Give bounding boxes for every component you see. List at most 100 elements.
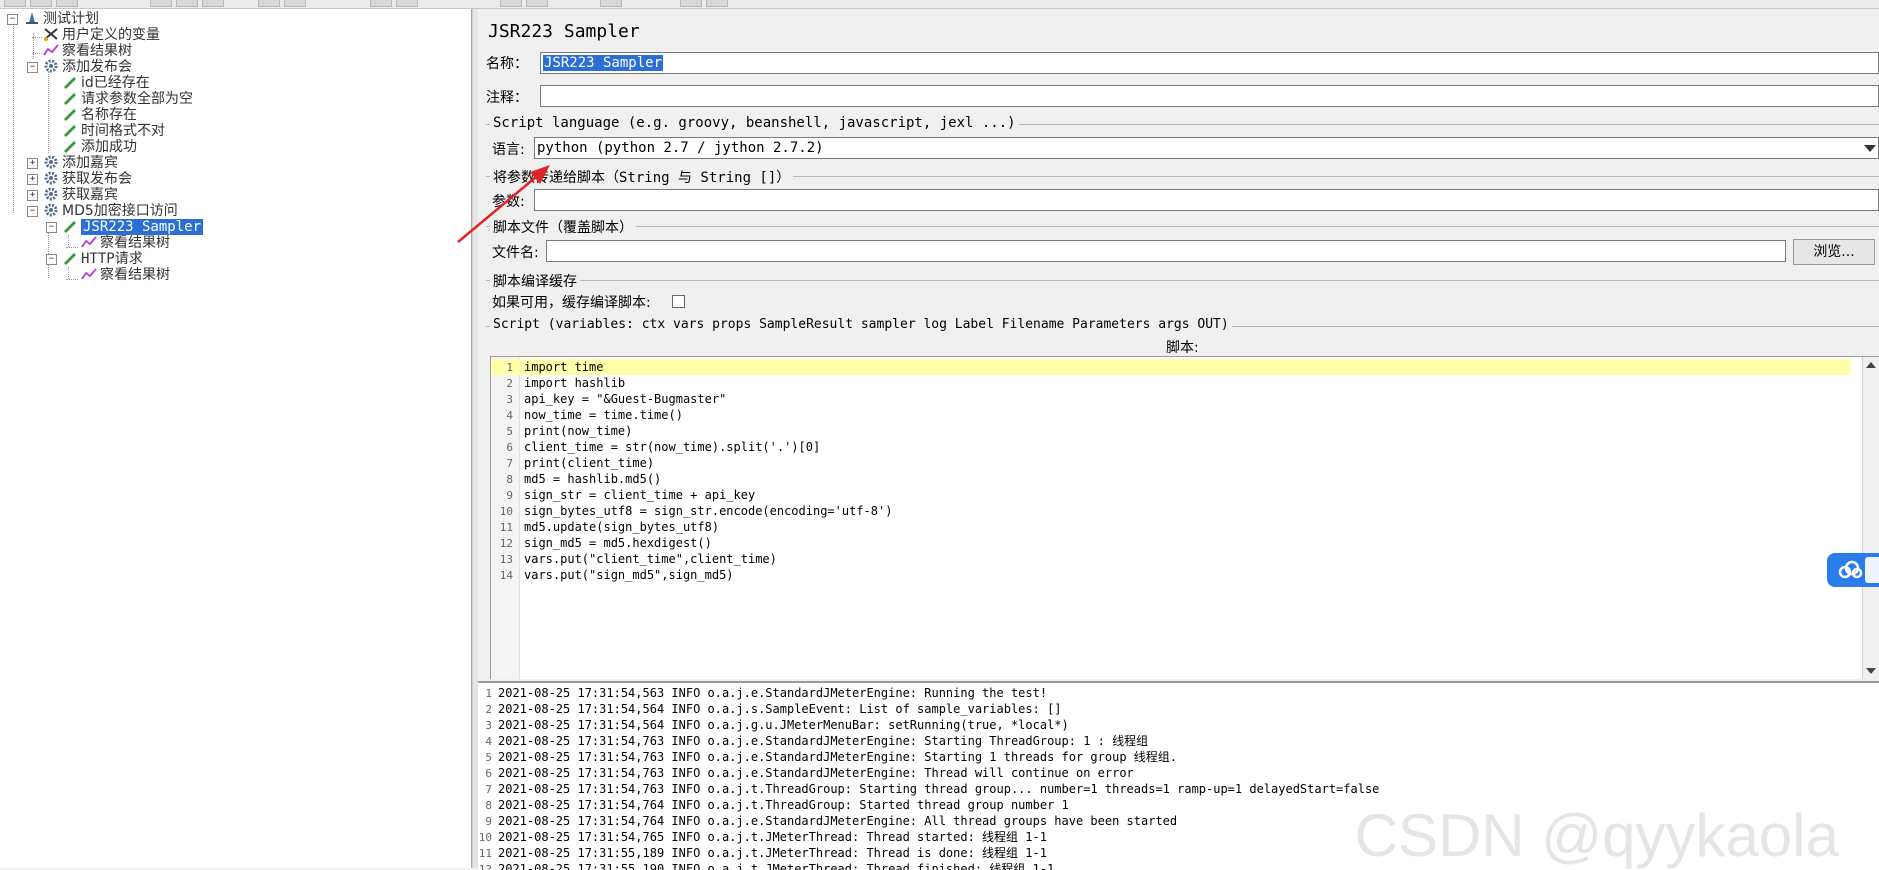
expander-plus[interactable]: + xyxy=(27,174,38,185)
code-line[interactable]: 14 vars.put("sign_md5",sign_md5) xyxy=(491,567,734,583)
cloud-panel-tab[interactable] xyxy=(1865,557,1879,583)
log-line: 1 2021-08-25 17:31:54,563 INFO o.a.j.e.St… xyxy=(485,686,1048,700)
expander-minus[interactable]: − xyxy=(7,14,18,25)
tree-item-md5-api[interactable]: MD5加密接口访问 xyxy=(43,203,178,219)
expander-plus[interactable]: + xyxy=(27,158,38,169)
toolbar-clear-all-button[interactable] xyxy=(526,0,548,7)
chevron-down-icon xyxy=(1864,145,1876,152)
code-line[interactable]: 11 md5.update(sign_bytes_utf8) xyxy=(491,519,719,535)
language-label: 语言: xyxy=(492,142,525,158)
comment-field[interactable] xyxy=(540,85,1879,107)
script-label: 脚本: xyxy=(1166,340,1199,356)
script-language-group-title: Script language (e.g. groovy, beanshell,… xyxy=(490,115,1019,131)
code-line[interactable]: 6 client_time = str(now_time).split('.')[… xyxy=(491,439,820,455)
toolbar-cut-button[interactable] xyxy=(150,0,172,7)
code-line[interactable]: 5 print(now_time) xyxy=(491,423,632,439)
cache-checkbox[interactable] xyxy=(672,295,685,308)
pencil-icon xyxy=(62,107,78,121)
code-line[interactable]: 12 sign_md5 = md5.hexdigest() xyxy=(491,535,712,551)
tree-item-get-guest[interactable]: 获取嘉宾 xyxy=(43,187,118,203)
annotation-arrow-icon xyxy=(457,165,550,243)
toolbar-save-button[interactable] xyxy=(56,0,78,7)
tree-item-params-empty[interactable]: 请求参数全部为空 xyxy=(62,91,193,107)
toolbar-start-button[interactable] xyxy=(370,0,392,7)
expander-minus[interactable]: − xyxy=(46,254,57,265)
tree-item-view-results-tree[interactable]: 察看结果树 xyxy=(81,267,170,283)
cache-group-title: 脚本编译缓存 xyxy=(490,271,580,291)
toolbar-expand-button[interactable] xyxy=(258,0,280,7)
tree-item-name-exists[interactable]: 名称存在 xyxy=(62,107,137,123)
code-line[interactable]: 10 sign_bytes_utf8 = sign_str.encode(enco… xyxy=(491,503,893,519)
name-label: 名称： xyxy=(486,56,528,72)
code-line[interactable]: 9 sign_str = client_time + api_key xyxy=(491,487,755,503)
test-plan-icon xyxy=(24,11,40,25)
cloud-icon xyxy=(1838,560,1863,579)
toolbar-stop-button[interactable] xyxy=(396,0,418,7)
toolbar-help-button[interactable] xyxy=(706,0,728,7)
tree-item-view-results-tree[interactable]: 察看结果树 xyxy=(81,235,170,251)
code-line[interactable]: 1 import time xyxy=(491,359,1851,375)
scroll-up-icon[interactable] xyxy=(1866,362,1876,368)
scroll-down-icon[interactable] xyxy=(1866,668,1876,674)
tree-item-add-guest[interactable]: 添加嘉宾 xyxy=(43,155,118,171)
toolbar-open-button[interactable] xyxy=(30,0,52,7)
tree-guide xyxy=(32,53,42,54)
log-line: 5 2021-08-25 17:31:54,763 INFO o.a.j.e.St… xyxy=(485,750,1177,764)
toolbar-clear-button[interactable] xyxy=(500,0,522,7)
code-line[interactable]: 8 md5 = hashlib.md5() xyxy=(491,471,661,487)
pencil-icon xyxy=(62,75,78,89)
tree-item-time-format[interactable]: 时间格式不对 xyxy=(62,123,165,139)
tree-item-http-request[interactable]: HTTP请求 xyxy=(62,251,143,267)
tree-item-jsr223-sampler[interactable]: JSR223 Sampler xyxy=(62,219,204,235)
expander-minus[interactable]: − xyxy=(46,222,57,233)
toolbar-new-button[interactable] xyxy=(4,0,26,7)
tree-item-id-exists[interactable]: id已经存在 xyxy=(62,75,150,91)
tree-item-get-event[interactable]: 获取发布会 xyxy=(43,171,132,187)
toolbar-copy-button[interactable] xyxy=(176,0,198,7)
pencil-icon xyxy=(62,139,78,153)
expander-plus[interactable]: + xyxy=(27,190,38,201)
code-line[interactable]: 13 vars.put("client_time",client_time) xyxy=(491,551,777,567)
code-line[interactable]: 3 api_key = "&Guest-Bugmaster" xyxy=(491,391,726,407)
browse-button[interactable]: 浏览... xyxy=(1793,239,1875,265)
log-line: 8 2021-08-25 17:31:54,764 INFO o.a.j.t.Th… xyxy=(485,798,1069,812)
comment-label: 注释： xyxy=(486,90,528,106)
log-line: 10 2021-08-25 17:31:54,765 INFO o.a.j.t.J… xyxy=(478,830,1047,844)
tree-guide xyxy=(68,235,69,247)
log-panel[interactable]: 1 2021-08-25 17:31:54,563 INFO o.a.j.e.St… xyxy=(478,681,1879,870)
code-line[interactable]: 4 now_time = time.time() xyxy=(491,407,683,423)
cache-group xyxy=(486,280,1879,281)
code-line[interactable]: 7 print(client_time) xyxy=(491,455,654,471)
toolbar-function-button[interactable] xyxy=(680,0,702,7)
toolbar-search-button[interactable] xyxy=(600,0,622,7)
gear-icon xyxy=(43,59,59,73)
cloud-sync-button[interactable] xyxy=(1827,553,1879,587)
log-line: 12 2021-08-25 17:31:55,190 INFO o.a.j.t.J… xyxy=(478,862,1055,870)
name-field[interactable]: JSR223 Sampler xyxy=(540,52,1879,74)
tree-item-user-variables[interactable]: 用户定义的变量 xyxy=(43,27,160,43)
tree-guide xyxy=(68,267,69,279)
code-line[interactable]: 2 import hashlib xyxy=(491,375,625,391)
tree-item-add-success[interactable]: 添加成功 xyxy=(62,139,137,155)
params-field[interactable] xyxy=(534,189,1879,211)
gear-icon xyxy=(43,171,59,185)
tree-guide xyxy=(48,71,49,153)
language-select[interactable]: python (python 2.7 / jython 2.7.2) xyxy=(534,137,1879,159)
pencil-icon xyxy=(62,123,78,137)
expander-minus[interactable]: − xyxy=(27,206,38,217)
tree-item-view-results-tree[interactable]: 察看结果树 xyxy=(43,43,132,59)
file-name-field[interactable] xyxy=(546,240,1786,262)
editor-scrollbar[interactable] xyxy=(1862,357,1879,679)
tree-item-test-plan[interactable]: 测试计划 xyxy=(24,11,99,27)
log-line: 9 2021-08-25 17:31:54,764 INFO o.a.j.e.St… xyxy=(485,814,1178,828)
pencil-icon xyxy=(62,251,78,265)
toolbar xyxy=(0,0,1879,9)
script-editor[interactable]: 1 import time 2 import hashlib 3 api_key = … xyxy=(490,356,1879,679)
tree-item-add-event[interactable]: 添加发布会 xyxy=(43,59,132,75)
toolbar-paste-button[interactable] xyxy=(202,0,224,7)
gear-icon xyxy=(43,203,59,217)
expander-minus[interactable]: − xyxy=(27,62,38,73)
toolbar-collapse-button[interactable] xyxy=(284,0,306,7)
script-file-group xyxy=(486,226,1879,227)
log-line: 11 2021-08-25 17:31:55,189 INFO o.a.j.t.J… xyxy=(478,846,1047,860)
